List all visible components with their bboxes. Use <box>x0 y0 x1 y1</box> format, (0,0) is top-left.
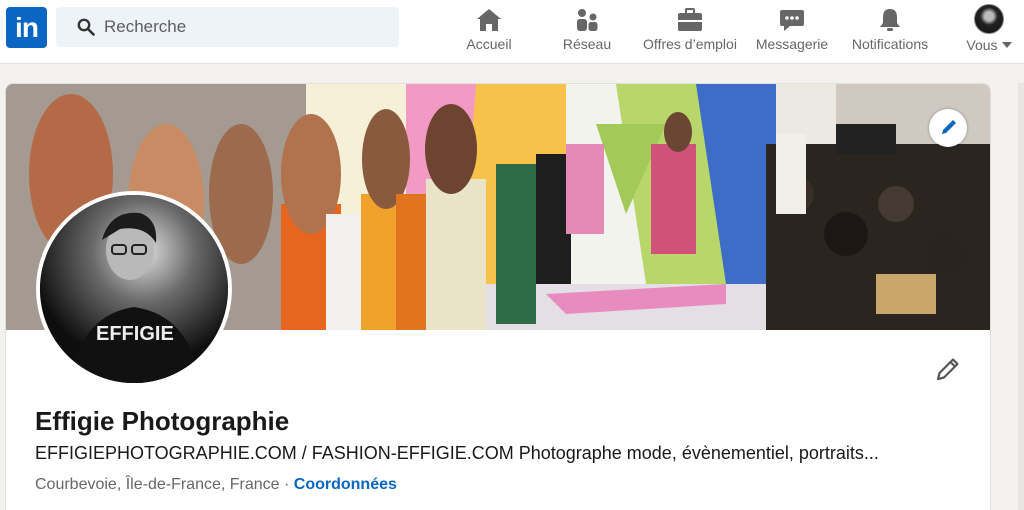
edit-profile-pencil-icon[interactable] <box>933 354 963 384</box>
top-navigation-bar: in Accueil Réseau Offres d’emploi <box>0 0 1024 64</box>
profile-portrait-image: EFFIGIE <box>40 195 228 383</box>
nav-messaging-label: Messagerie <box>755 36 829 52</box>
nav-network-label: Réseau <box>562 36 612 52</box>
messaging-icon <box>780 10 804 31</box>
contact-info-link[interactable]: Coordonnées <box>294 476 397 493</box>
edit-banner-button[interactable] <box>929 109 967 147</box>
nav-me-label: Vous <box>966 37 998 53</box>
profile-name: Effigie Photographie <box>35 406 290 436</box>
network-icon <box>577 9 598 31</box>
nav-home-label: Accueil <box>466 36 512 52</box>
home-icon <box>477 9 501 31</box>
bell-icon <box>880 9 900 31</box>
search-icon <box>77 18 95 36</box>
nav-network[interactable]: Réseau <box>557 0 617 64</box>
search-input[interactable] <box>104 7 384 47</box>
nav-home[interactable]: Accueil <box>458 0 520 64</box>
nav-messaging[interactable]: Messagerie <box>750 0 834 64</box>
profile-headline: EFFIGIEPHOTOGRAPHIE.COM / FASHION-EFFIGI… <box>35 443 879 463</box>
profile-location: Courbevoie, Île-de-France, France <box>35 476 280 493</box>
photo-shirt-print: EFFIGIE <box>96 323 174 345</box>
search-box[interactable] <box>56 7 399 47</box>
nav-jobs-label: Offres d’emploi <box>643 36 737 52</box>
profile-location-line: Courbevoie, Île-de-France, France · Coor… <box>35 476 397 494</box>
profile-photo[interactable]: EFFIGIE <box>36 191 232 387</box>
chevron-down-icon <box>1001 42 1012 48</box>
nav-notifications-label: Notifications <box>851 36 929 52</box>
briefcase-icon <box>678 8 702 31</box>
nav-jobs[interactable]: Offres d’emploi <box>635 0 745 64</box>
nav-me[interactable]: Vous <box>959 0 1019 64</box>
separator: · <box>279 476 294 493</box>
pencil-icon <box>942 120 956 134</box>
linkedin-logo[interactable]: in <box>6 7 47 48</box>
profile-card: EFFIGIE Effigie Photographie EFFIGIEPHOT… <box>5 83 991 510</box>
avatar[interactable] <box>974 4 1004 34</box>
right-column-edge <box>1018 83 1024 510</box>
nav-notifications[interactable]: Notifications <box>843 0 937 64</box>
